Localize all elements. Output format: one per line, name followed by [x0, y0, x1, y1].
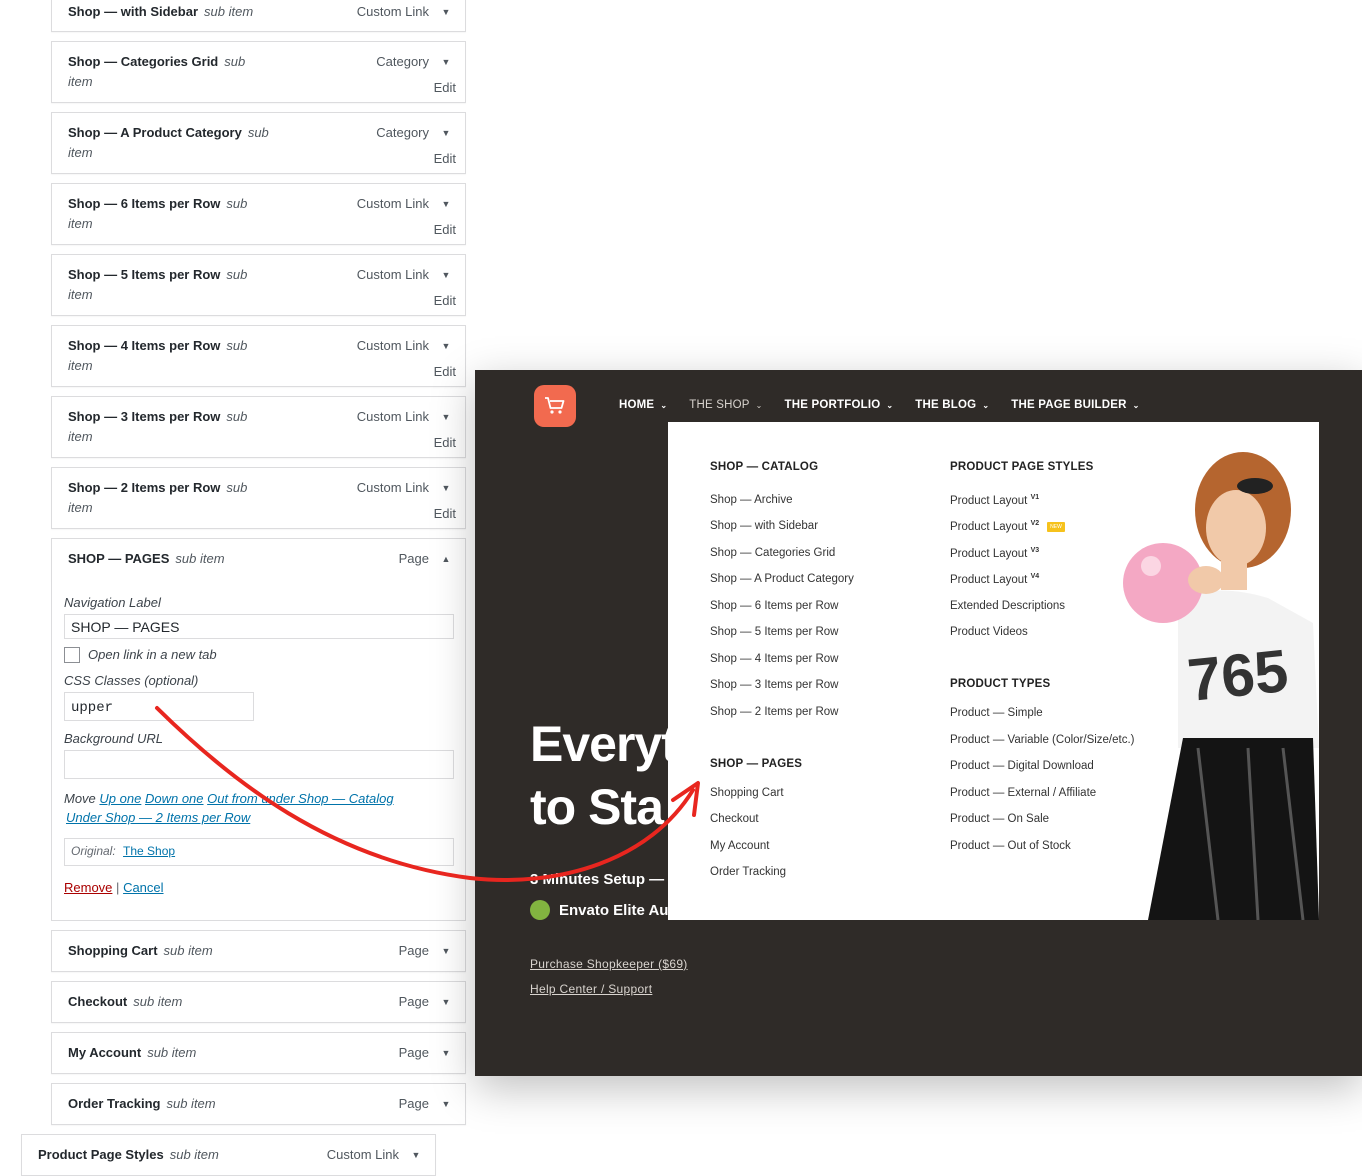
red-arrow-annotation — [155, 706, 700, 882]
arrow-curve — [155, 706, 695, 882]
